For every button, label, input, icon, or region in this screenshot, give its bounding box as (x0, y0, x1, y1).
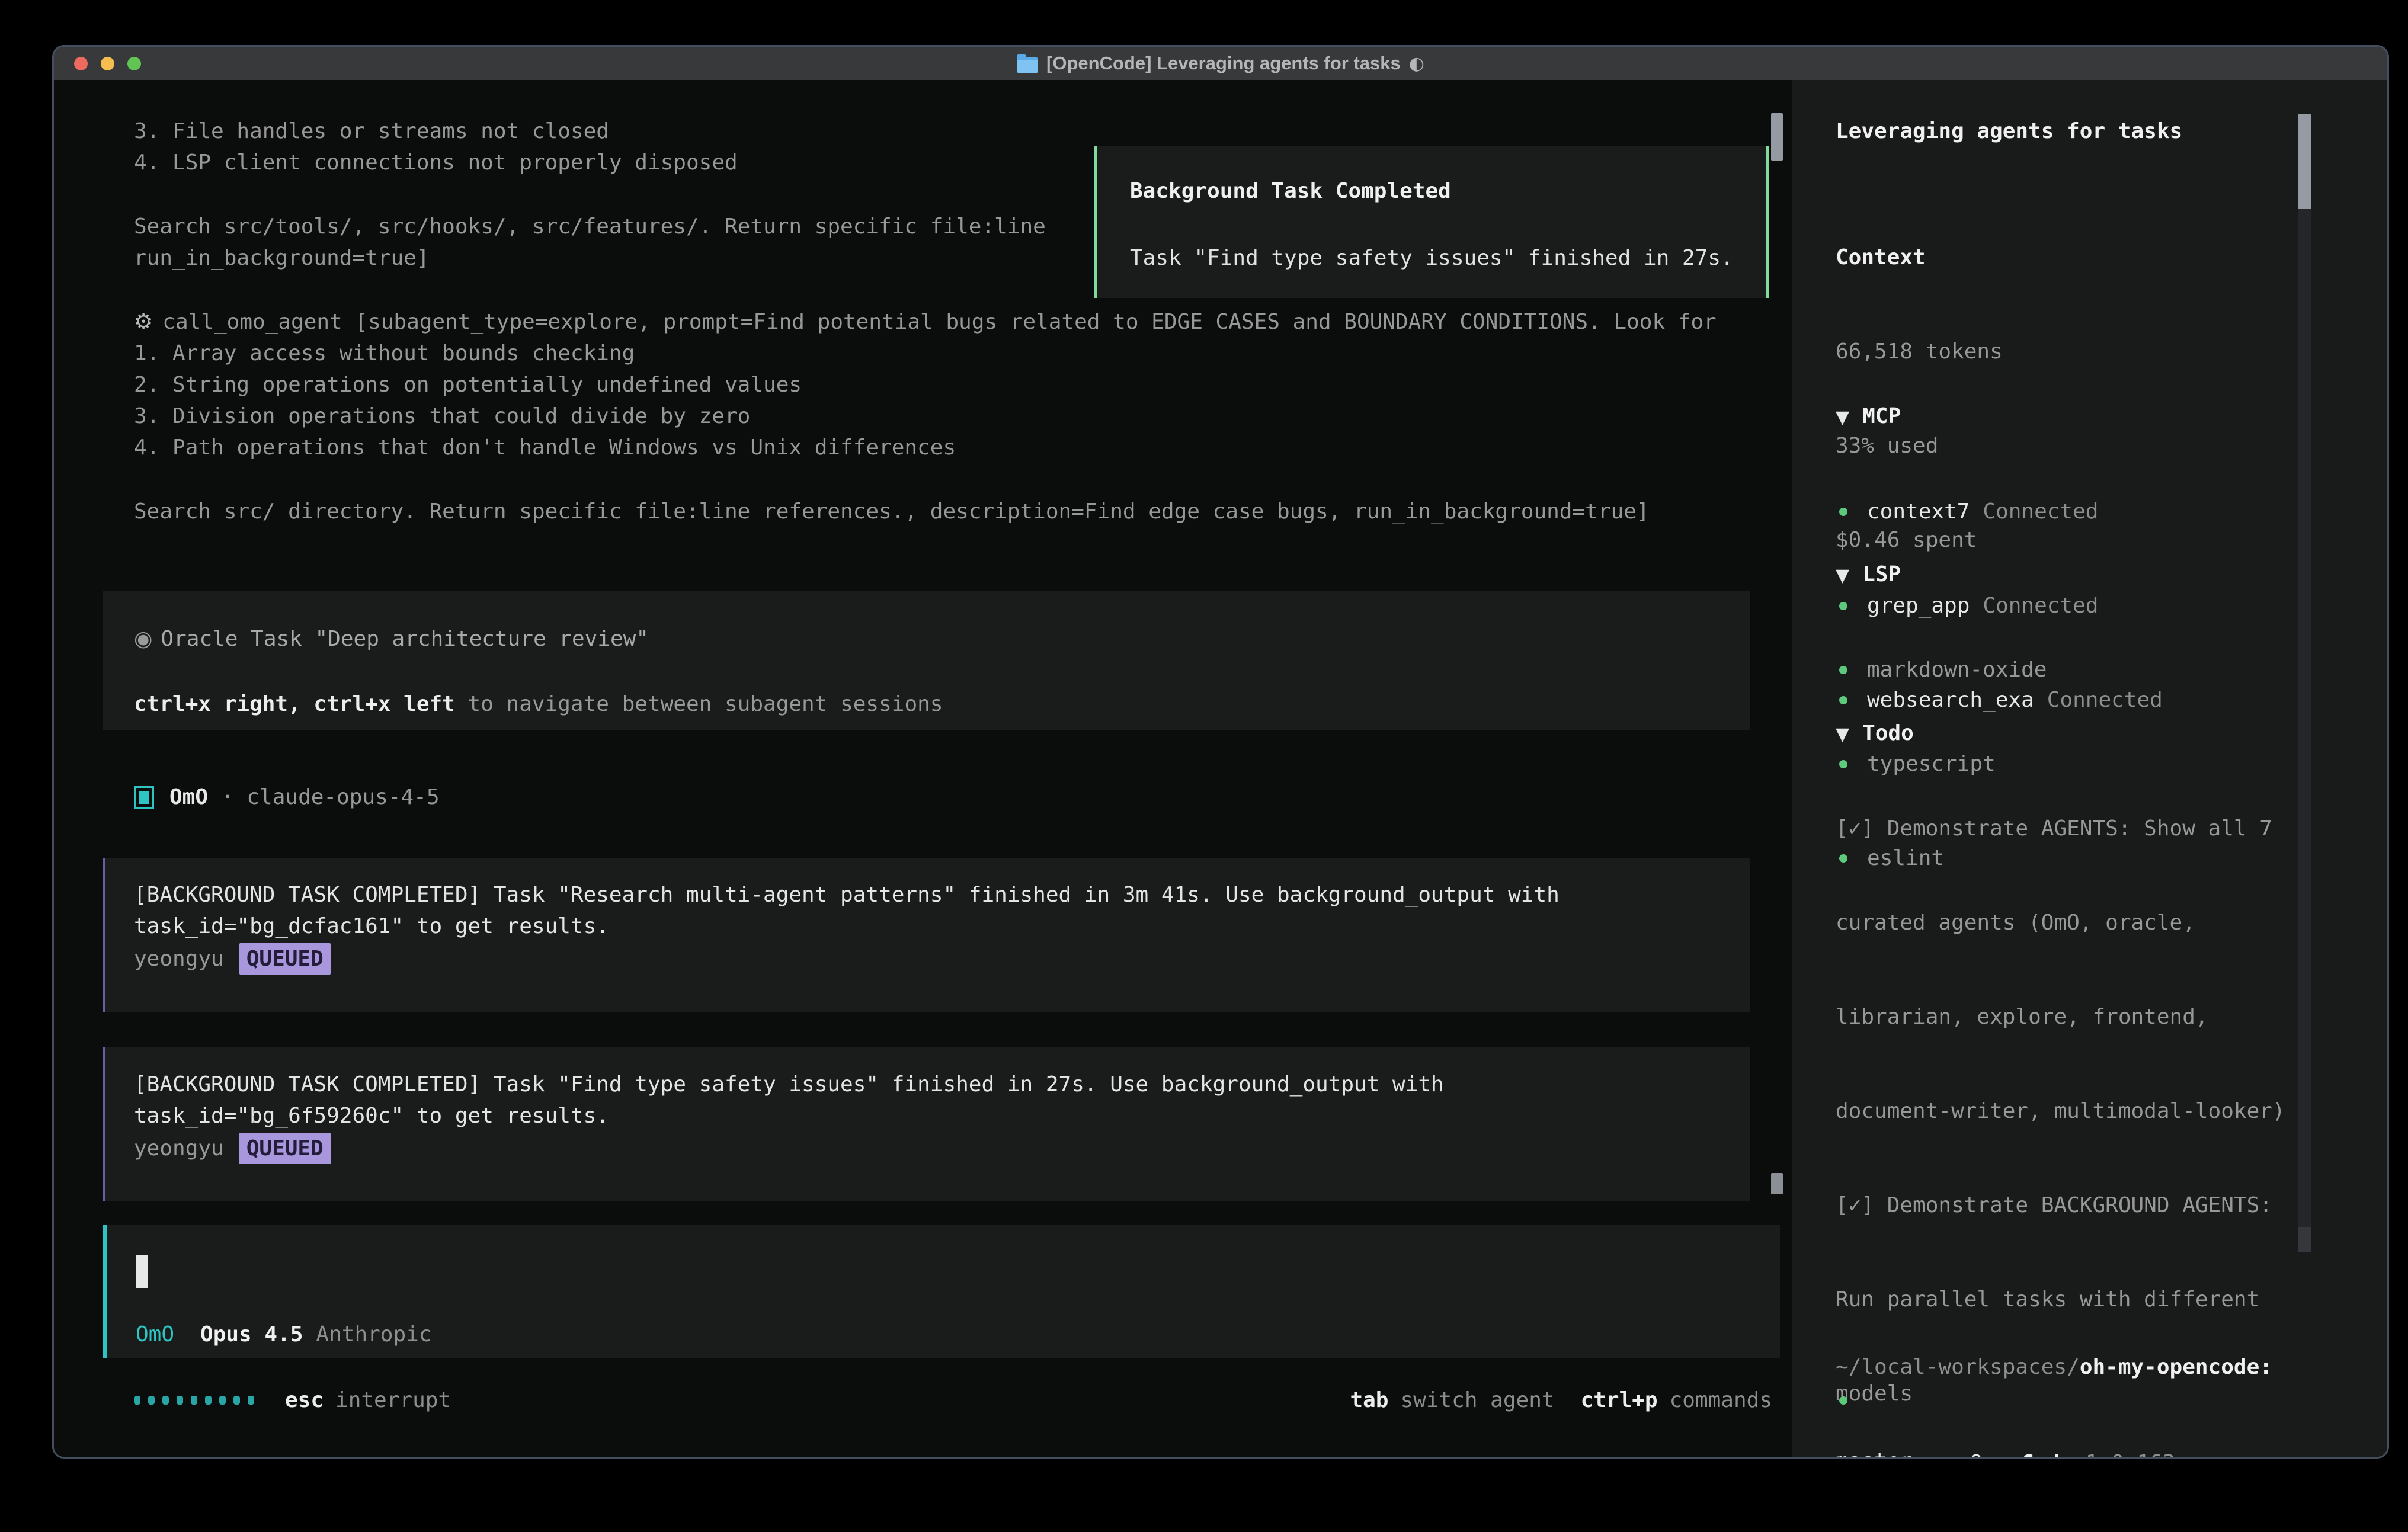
message-author: yeongyu (134, 1133, 224, 1164)
tool-call-block: ⚙ call_omo_agent [subagent_type=explore, … (134, 306, 1717, 527)
chat-area: 3. File handles or streams not closed 4.… (54, 80, 1792, 1457)
message-author: yeongyu (134, 943, 224, 975)
prompt-input[interactable]: OmO Opus 4.5 Anthropic (103, 1225, 1780, 1358)
status-badge: QUEUED (239, 1133, 331, 1164)
scrollback-line: 3. File handles or streams not closed (134, 116, 1046, 147)
tool-call-line: 2. String operations on potentially unde… (134, 369, 1717, 400)
tab-key-label: switch agent (1400, 1384, 1554, 1416)
context-header: Context (1836, 242, 2003, 273)
chat-scrollbar-thumb[interactable] (1771, 113, 1783, 161)
gear-icon: ⚙ (134, 310, 153, 334)
esc-key-hint: esc (285, 1384, 324, 1416)
agent-header: OmO · claude-opus-4-5 (134, 781, 440, 813)
todo-item-done: librarian, explore, frontend, (1836, 1001, 2311, 1033)
mcp-section-header[interactable]: ▼MCP (1836, 400, 2163, 433)
workspace-path-prefix: ~/local-workspaces/ (1836, 1355, 2080, 1379)
traffic-lights (74, 47, 141, 80)
close-button[interactable] (74, 57, 88, 70)
scrollback-line: run_in_background=true] (134, 242, 1046, 274)
message-line: task_id="bg_dcfac161" to get results. (134, 911, 1750, 942)
tool-call-line: call_omo_agent [subagent_type=explore, p… (162, 310, 1717, 334)
oracle-icon: ◉ (134, 627, 152, 651)
todo-item-done: [✓] Demonstrate BACKGROUND AGENTS: (1836, 1190, 2311, 1221)
scrollback-line: 4. LSP client connections not properly d… (134, 147, 1046, 178)
tab-key-hint: tab (1350, 1384, 1388, 1416)
chevron-down-icon: ▼ (1836, 407, 1849, 428)
window-title-text: [OpenCode] Leveraging agents for tasks (1046, 53, 1401, 74)
bullet-icon (1839, 1396, 1847, 1405)
app-name: Open (1970, 1451, 2021, 1459)
esc-key-label: interrupt (335, 1384, 451, 1416)
lsp-section-header[interactable]: ▼LSP (1836, 559, 2047, 591)
todo-item-done: document-writer, multimodal-looker) (1836, 1095, 2311, 1127)
tool-call-line: 4. Path operations that don't handle Win… (134, 432, 1717, 463)
zoom-button[interactable] (127, 57, 141, 70)
chevron-down-icon: ▼ (1836, 565, 1849, 586)
background-task-message: [BACKGROUND TASK COMPLETED] Task "Find t… (103, 1047, 1750, 1201)
oracle-hint-keys: ctrl+x right, ctrl+x left (134, 692, 455, 716)
version-line: OpenCode1.0.163 (1836, 1384, 2389, 1459)
minimize-button[interactable] (101, 57, 114, 70)
tool-call-line: Search src/ directory. Return specific f… (134, 496, 1717, 527)
message-line: [BACKGROUND TASK COMPLETED] Task "Find t… (134, 1069, 1750, 1100)
app-window: [OpenCode] Leveraging agents for tasks ◐… (52, 45, 2389, 1459)
status-badge: QUEUED (239, 943, 331, 975)
session-title: Leveraging agents for tasks (1836, 116, 2182, 147)
ctrlp-key-label: commands (1670, 1384, 1772, 1416)
spinner-icon (134, 1396, 254, 1405)
ctrlp-key-hint: ctrl+p (1581, 1384, 1658, 1416)
sidebar: Leveraging agents for tasks Context 66,5… (1792, 80, 2387, 1457)
toast-title: Background Task Completed (1130, 175, 1766, 207)
background-task-message: [BACKGROUND TASK COMPLETED] Task "Resear… (103, 858, 1750, 1012)
window-title: [OpenCode] Leveraging agents for tasks ◐ (1017, 53, 1424, 74)
status-bar: esc interrupt tab switch agent ctrl+p co… (134, 1384, 1772, 1416)
tool-call-line: 3. Division operations that could divide… (134, 400, 1717, 432)
agent-model: · claude-opus-4-5 (221, 781, 439, 813)
scrollback-line: Search src/tools/, src/hooks/, src/featu… (134, 211, 1046, 242)
todo-section-header[interactable]: ▼Todo (1836, 717, 2311, 750)
input-agent-label: OmO (136, 1319, 174, 1350)
agent-name: OmO (169, 781, 208, 813)
titlebar: [OpenCode] Leveraging agents for tasks ◐ (54, 47, 2387, 80)
chat-scrollbar-thumb[interactable] (1771, 1173, 1783, 1194)
input-provider-label: Anthropic (316, 1319, 431, 1350)
sidebar-scrollbar-thumb[interactable] (2298, 114, 2311, 209)
background-task-toast: Background Task Completed Task "Find typ… (1094, 146, 1769, 298)
scrollback-block: 3. File handles or streams not closed 4.… (134, 116, 1046, 274)
tool-call-line: 1. Array access without bounds checking (134, 338, 1717, 369)
app-version: 1.0.163 (2086, 1451, 2176, 1459)
session-state-icon: ◐ (1409, 53, 1424, 74)
todo-item-done: [✓] Demonstrate AGENTS: Show all 7 (1836, 813, 2311, 844)
message-line: task_id="bg_6f59260c" to get results. (134, 1100, 1750, 1132)
folder-icon (1017, 57, 1038, 73)
input-model-label: Opus 4.5 (200, 1319, 303, 1350)
oracle-hint-text: to navigate between subagent sessions (455, 692, 943, 716)
todo-item-done: curated agents (OmO, oracle, (1836, 907, 2311, 938)
oracle-task-panel: ◉Oracle Task "Deep architecture review" … (103, 591, 1750, 730)
sidebar-scrollbar-track[interactable] (2298, 114, 2311, 1252)
message-line: [BACKGROUND TASK COMPLETED] Task "Resear… (134, 879, 1750, 911)
chevron-down-icon: ▼ (1836, 724, 1849, 745)
text-cursor (136, 1255, 148, 1288)
oracle-task-title: Oracle Task "Deep architecture review" (161, 627, 649, 651)
agent-icon (134, 786, 154, 809)
toast-body: Task "Find type safety issues" finished … (1130, 242, 1766, 274)
workspace-repo: oh-my-opencode: (2080, 1355, 2272, 1379)
